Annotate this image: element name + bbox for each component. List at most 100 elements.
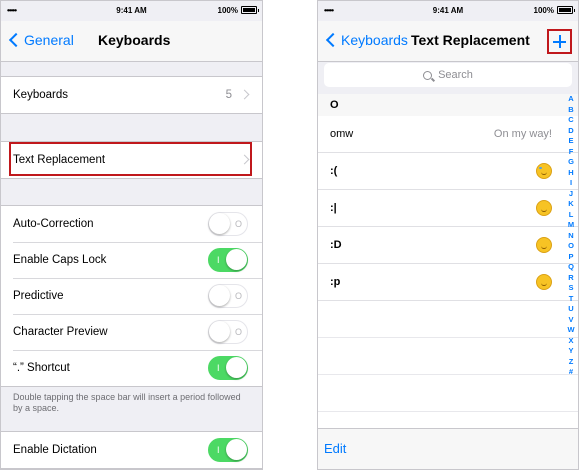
character-preview-switch[interactable]: O	[208, 320, 248, 344]
battery-percent: 100%	[533, 6, 554, 15]
index-letter[interactable]: B	[566, 105, 576, 116]
chevron-left-icon	[8, 32, 24, 48]
switch-off-mark: O	[234, 219, 242, 229]
switch-off-mark: O	[234, 327, 242, 337]
switch-on-mark: I	[217, 363, 220, 373]
empty-row	[318, 375, 578, 412]
index-letter[interactable]: R	[566, 273, 576, 284]
switch-knob	[209, 321, 230, 342]
toggle-label: Auto-Correction	[13, 218, 94, 230]
chevron-left-icon	[325, 32, 341, 48]
index-letter[interactable]: Z	[566, 357, 576, 368]
index-letter[interactable]: Q	[566, 262, 576, 273]
dictation-switch[interactable]: I	[208, 438, 248, 462]
keyboards-row-label: Keyboards	[13, 89, 68, 101]
section-header: O	[318, 94, 578, 116]
neutral-face-icon	[536, 200, 552, 216]
index-letter[interactable]: X	[566, 336, 576, 347]
switch-on-mark: I	[217, 445, 220, 455]
index-letter[interactable]: P	[566, 252, 576, 263]
auto-correction-switch[interactable]: O	[208, 212, 248, 236]
caps-lock-switch[interactable]: I	[208, 248, 248, 272]
switch-knob	[226, 357, 247, 378]
tongue-face-icon	[536, 274, 552, 290]
navigation-bar: Keyboards Text Replacement	[318, 21, 578, 62]
list-item[interactable]: :p	[318, 264, 578, 301]
index-letter[interactable]: T	[566, 294, 576, 305]
back-button[interactable]: General	[7, 32, 74, 48]
empty-row	[318, 301, 578, 338]
navigation-bar: General Keyboards	[1, 21, 262, 62]
edit-button[interactable]: Edit	[324, 441, 346, 456]
index-letter[interactable]: N	[566, 231, 576, 242]
index-letter[interactable]: I	[566, 178, 576, 189]
chevron-right-icon	[239, 89, 250, 100]
index-letter[interactable]: S	[566, 283, 576, 294]
status-bar: ••••• 9:41 AM 100%	[318, 1, 578, 19]
index-letter[interactable]: D	[566, 126, 576, 137]
index-letter[interactable]: Y	[566, 346, 576, 357]
keyboards-row[interactable]: Keyboards 5	[1, 77, 262, 113]
add-button[interactable]	[547, 29, 572, 54]
page-title: Keyboards	[98, 32, 171, 48]
index-letter[interactable]: A	[566, 94, 576, 105]
index-letter[interactable]: F	[566, 147, 576, 158]
back-button[interactable]: Keyboards	[324, 32, 408, 48]
period-shortcut-switch[interactable]: I	[208, 356, 248, 380]
replacement-list: O omw On my way! :( :| :D :p	[318, 94, 578, 429]
switch-knob	[209, 285, 230, 306]
index-letter[interactable]: C	[566, 115, 576, 126]
auto-correction-row: Auto-Correction O	[1, 206, 262, 242]
search-field[interactable]: Search	[324, 63, 572, 87]
section-index[interactable]: A B C D E F G H I J K L M N O P Q R S T U V W X Y Z #	[566, 94, 576, 378]
page-title: Text Replacement	[411, 32, 530, 48]
battery-icon	[557, 6, 575, 14]
toggle-label: Enable Dictation	[13, 444, 97, 456]
dictation-group: Enable Dictation I	[1, 431, 262, 469]
battery-icon	[241, 6, 259, 14]
switch-knob	[209, 213, 230, 234]
index-letter[interactable]: U	[566, 304, 576, 315]
keyboards-count: 5	[225, 89, 232, 101]
index-letter[interactable]: E	[566, 136, 576, 147]
keyboards-group: Keyboards 5	[1, 76, 262, 114]
battery-percent: 100%	[217, 6, 238, 15]
switch-knob	[226, 439, 247, 460]
character-preview-row: Character Preview O	[1, 314, 262, 350]
shortcut-text: :D	[330, 239, 342, 251]
list-item[interactable]: :|	[318, 190, 578, 227]
highlight-box	[9, 142, 252, 176]
dictation-row: Enable Dictation I	[1, 432, 262, 468]
index-letter[interactable]: #	[566, 367, 576, 378]
text-replacement-screen: ••••• 9:41 AM 100% Keyboards Text Replac…	[317, 0, 579, 470]
index-letter[interactable]: M	[566, 220, 576, 231]
predictive-switch[interactable]: O	[208, 284, 248, 308]
index-letter[interactable]: K	[566, 199, 576, 210]
index-letter[interactable]: G	[566, 157, 576, 168]
predictive-row: Predictive O	[1, 278, 262, 314]
caps-lock-row: Enable Caps Lock I	[1, 242, 262, 278]
toggle-label: Predictive	[13, 290, 64, 302]
list-item[interactable]: omw On my way!	[318, 116, 578, 153]
index-letter[interactable]: L	[566, 210, 576, 221]
list-item[interactable]: :D	[318, 227, 578, 264]
switch-off-mark: O	[234, 291, 242, 301]
phrase-text: On my way!	[493, 128, 552, 140]
index-letter[interactable]: O	[566, 241, 576, 252]
typing-options-group: Auto-Correction O Enable Caps Lock I Pre…	[1, 205, 262, 387]
toggle-label: Character Preview	[13, 326, 108, 338]
index-letter[interactable]: W	[566, 325, 576, 336]
index-letter[interactable]: H	[566, 168, 576, 179]
index-letter[interactable]: J	[566, 189, 576, 200]
shortcut-text: :p	[330, 276, 341, 288]
grinning-face-icon	[536, 237, 552, 253]
switch-knob	[226, 249, 247, 270]
keyboards-screen: ••••• 9:41 AM 100% General Keyboards Key…	[0, 0, 263, 470]
shortcut-text: :(	[330, 165, 338, 177]
empty-row	[318, 338, 578, 375]
toggle-label: Enable Caps Lock	[13, 254, 107, 266]
shortcut-text: :|	[330, 202, 337, 214]
list-item[interactable]: :(	[318, 153, 578, 190]
shortcut-footnote: Double tapping the space bar will insert…	[13, 392, 241, 413]
index-letter[interactable]: V	[566, 315, 576, 326]
